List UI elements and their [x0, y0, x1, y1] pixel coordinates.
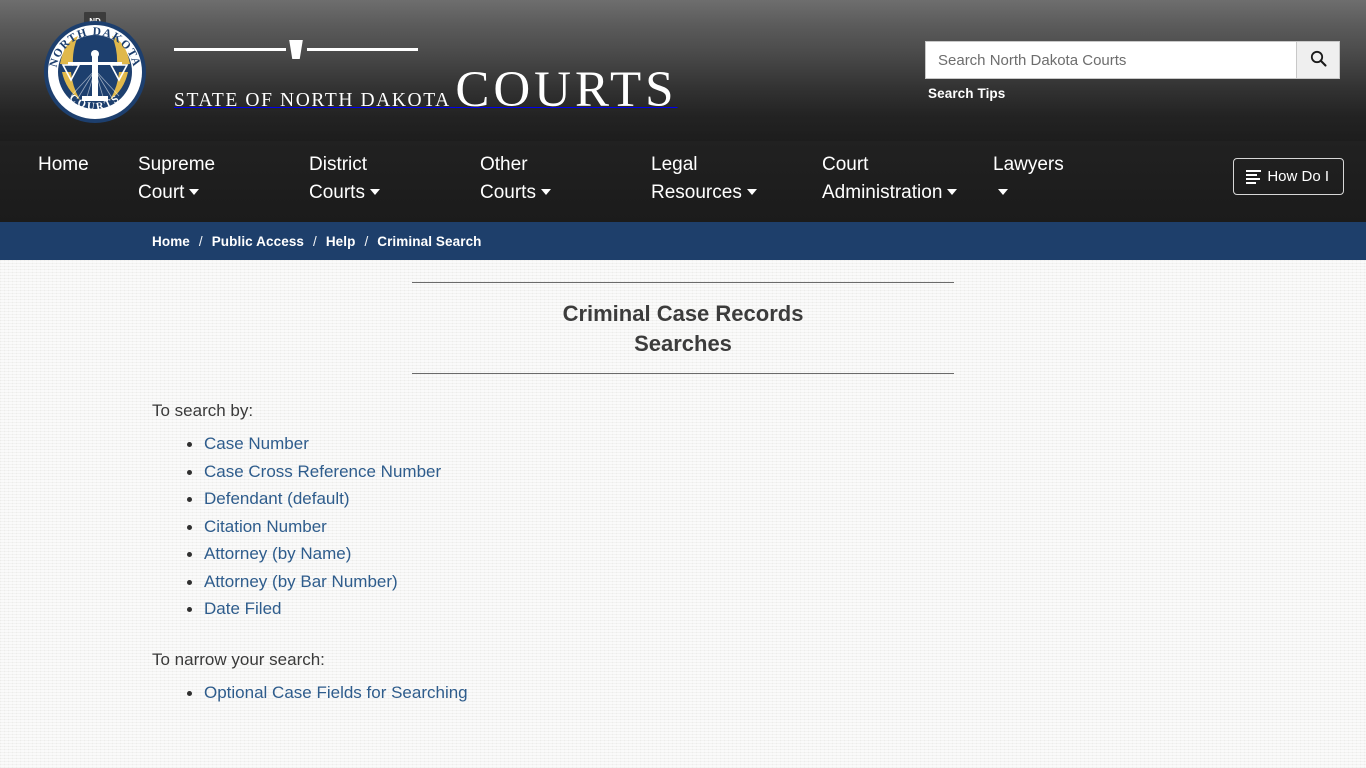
link-optional-case-fields[interactable]: Optional Case Fields for Searching — [204, 683, 468, 702]
how-do-i-button[interactable]: How Do I — [1233, 158, 1344, 195]
nav-item-court-administration-label-line1: Court — [822, 154, 869, 175]
narrow-search-link-list: Optional Case Fields for Searching — [152, 679, 1366, 707]
list-item: Case Cross Reference Number — [187, 458, 1366, 486]
search-tips-link[interactable]: Search Tips — [928, 86, 1345, 101]
wordmark-state-line: STATE OF NORTH DAKOTA — [174, 90, 451, 112]
nav-item-home-label: Home — [38, 154, 89, 175]
nav-item-other-courts-label-line1: Other — [480, 154, 528, 175]
page-title: Criminal Case Records Searches — [412, 283, 954, 373]
page-title-line1: Criminal Case Records — [562, 301, 804, 326]
gavel-icon — [289, 39, 303, 59]
nav-item-lawyers-label: Lawyers — [993, 154, 1064, 175]
link-citation-number[interactable]: Citation Number — [204, 517, 327, 536]
link-case-cross-reference-number[interactable]: Case Cross Reference Number — [204, 462, 441, 481]
site-search-row — [925, 41, 1340, 79]
nav-item-district-courts[interactable]: District Courts — [309, 151, 480, 207]
list-item: Date Filed — [187, 595, 1366, 623]
nav-item-legal-resources[interactable]: Legal Resources — [651, 151, 822, 207]
site-wordmark: STATE OF NORTH DAKOTA COURTS — [174, 20, 677, 117]
list-item: Citation Number — [187, 513, 1366, 541]
site-logo-link[interactable]: ND — [0, 0, 677, 126]
nav-item-other-courts-label-line2: Courts — [480, 182, 536, 203]
chevron-down-icon — [998, 189, 1008, 195]
breadcrumb-item-home[interactable]: Home — [152, 234, 190, 249]
nav-item-home[interactable]: Home — [38, 151, 138, 179]
search-by-link-list: Case Number Case Cross Reference Number … — [152, 430, 1366, 623]
main-navigation: Home Supreme Court District Courts Other… — [0, 141, 1366, 222]
breadcrumb-separator: / — [198, 233, 203, 249]
chevron-down-icon — [369, 189, 380, 195]
link-case-number[interactable]: Case Number — [204, 434, 309, 453]
list-item: Defendant (default) — [187, 485, 1366, 513]
nav-item-supreme-court[interactable]: Supreme Court — [138, 151, 309, 207]
how-do-i-label: How Do I — [1267, 168, 1329, 185]
search-input[interactable] — [925, 41, 1296, 79]
breadcrumb-separator: / — [364, 233, 369, 249]
search-by-heading: To search by: — [152, 401, 254, 420]
nav-item-supreme-court-label-line1: Supreme — [138, 154, 216, 175]
list-item: Attorney (by Bar Number) — [187, 568, 1366, 596]
nav-item-other-courts[interactable]: Other Courts — [480, 151, 651, 207]
site-search-area: Search Tips — [925, 41, 1345, 101]
page-title-line2: Searches — [634, 331, 732, 356]
site-header: ND — [0, 0, 1366, 141]
breadcrumb-item-criminal-search: Criminal Search — [377, 233, 482, 249]
breadcrumb: Home / Public Access / Help / Criminal S… — [0, 222, 1366, 260]
main-content: Criminal Case Records Searches To search… — [0, 260, 1366, 706]
nav-item-court-administration-label-line2: Administration — [822, 182, 943, 203]
nav-item-district-courts-label-line2: Courts — [309, 182, 365, 203]
body-copy: To search by: Case Number Case Cross Ref… — [0, 374, 1366, 706]
breadcrumb-item-public-access[interactable]: Public Access — [212, 234, 304, 249]
nav-item-court-administration[interactable]: Court Administration — [822, 151, 993, 207]
nav-item-legal-resources-label-line2: Resources — [651, 182, 742, 203]
nav-item-district-courts-label-line1: District — [309, 154, 368, 175]
link-defendant[interactable]: Defendant (default) — [204, 489, 350, 508]
page-title-block: Criminal Case Records Searches — [412, 260, 954, 374]
nav-item-supreme-court-label-line2: Court — [138, 182, 185, 203]
list-item: Attorney (by Name) — [187, 540, 1366, 568]
list-item: Optional Case Fields for Searching — [187, 679, 1366, 707]
wordmark-divider-rule — [174, 36, 418, 62]
link-date-filed[interactable]: Date Filed — [204, 599, 281, 618]
chevron-down-icon — [540, 189, 551, 195]
chevron-down-icon — [947, 189, 958, 195]
chevron-down-icon — [189, 189, 200, 195]
list-lines-icon — [1246, 170, 1262, 184]
list-item: Case Number — [187, 430, 1366, 458]
how-do-i-wrapper: How Do I — [1233, 151, 1366, 195]
nav-item-lawyers[interactable]: Lawyers — [993, 151, 1164, 207]
link-attorney-by-name[interactable]: Attorney (by Name) — [204, 544, 351, 563]
chevron-down-icon — [746, 189, 757, 195]
search-submit-button[interactable] — [1296, 41, 1340, 79]
breadcrumb-separator: / — [313, 233, 317, 249]
north-dakota-courts-seal-icon: ND — [38, 12, 152, 126]
link-attorney-by-bar-number[interactable]: Attorney (by Bar Number) — [204, 572, 398, 591]
nav-item-legal-resources-label-line1: Legal — [651, 154, 698, 175]
breadcrumb-item-help[interactable]: Help — [326, 234, 356, 249]
search-icon — [1310, 50, 1327, 70]
wordmark-courts-line: COURTS — [455, 62, 678, 119]
narrow-search-heading: To narrow your search: — [152, 649, 325, 669]
